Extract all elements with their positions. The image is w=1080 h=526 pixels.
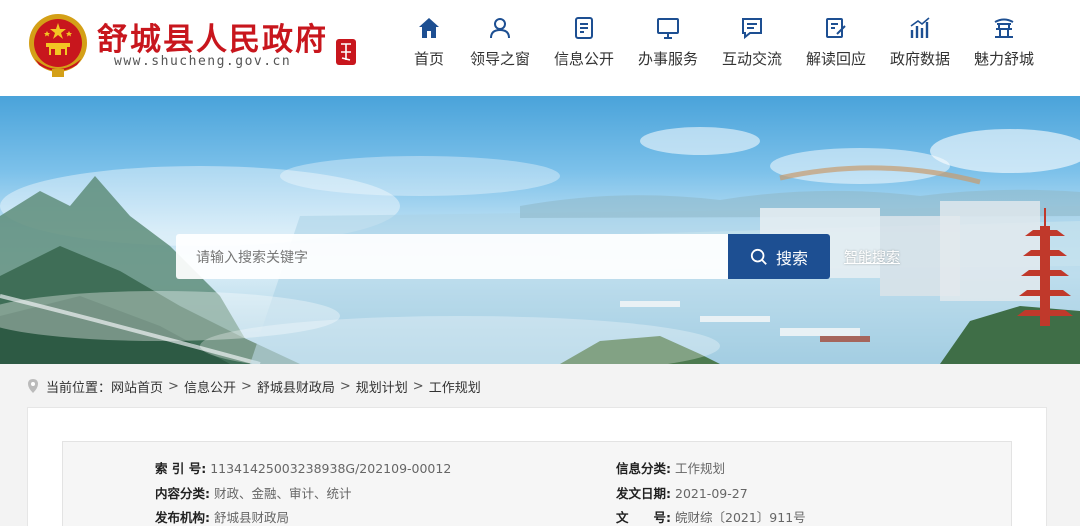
info-category: 信息分类: 工作规划 [616,458,725,477]
breadcrumb-separator: > [240,378,252,394]
nav-item-interpretation[interactable]: 解读回应 [794,16,878,76]
nav-label: 信息公开 [553,50,614,68]
seal-stamp-icon [336,39,356,65]
info-label: 索 引 号: [155,461,207,476]
info-issue-date: 发文日期: 2021-09-27 [616,483,748,502]
info-label: 发文日期: [616,486,671,501]
document-info-panel: 索 引 号: 11341425003238938G/202109-00012 信息… [62,441,1012,526]
nav-item-charm-shucheng[interactable]: 魅力舒城 [962,16,1046,76]
bar-chart-icon [910,17,930,38]
info-value: 工作规划 [675,461,726,476]
info-value: 11341425003238938G/202109-00012 [210,461,452,476]
nav-label: 政府数据 [889,50,950,68]
info-document-number: 文 号: 皖财综〔2021〕911号 [616,507,806,526]
info-value: 舒城县财政局 [214,510,290,525]
info-publisher: 发布机构: 舒城县财政局 [155,507,289,526]
edit-icon [826,18,846,38]
breadcrumb-item-finance-bureau[interactable]: 舒城县财政局 [257,377,335,396]
info-value: 2021-09-27 [675,486,748,501]
info-label: 信息分类: [616,461,671,476]
smart-search-link[interactable]: 智能搜索 [844,247,900,267]
info-label: 内容分类: [155,486,210,501]
nav-item-gov-data[interactable]: 政府数据 [878,16,962,76]
national-emblem-icon [29,14,87,77]
breadcrumb-item-work-plan[interactable]: 工作规划 [429,377,481,396]
nav-label: 魅力舒城 [973,50,1034,68]
info-content-category: 内容分类: 财政、金融、审计、统计 [155,483,352,502]
hero-banner: 搜索 智能搜索 [0,96,1080,364]
document-icon [575,17,593,39]
landscape-illustration [0,127,1080,364]
search-input[interactable] [176,234,728,279]
info-value: 财政、金融、审计、统计 [214,486,352,501]
home-icon [419,18,439,38]
breadcrumb-separator: > [168,378,179,394]
breadcrumb-item-planning[interactable]: 规划计划 [356,377,408,396]
breadcrumb: 当前位置： 网站首页 > 信息公开 > 舒城县财政局 > 规划计划 > 工作规划 [26,376,481,396]
breadcrumb-item-info-disclosure[interactable]: 信息公开 [184,377,236,396]
nav-label: 互动交流 [721,50,782,68]
breadcrumb-prefix: 当前位置： [46,380,112,396]
info-index: 索 引 号: 11341425003238938G/202109-00012 [155,458,451,477]
nav-label: 办事服务 [637,50,698,68]
search-button-label: 搜索 [775,250,808,268]
breadcrumb-item-home[interactable]: 网站首页 [111,377,163,396]
landmark-icon [994,18,1014,38]
monitor-icon [657,18,679,39]
location-pin-icon [28,379,38,393]
breadcrumb-separator: > [412,378,424,394]
nav-item-interaction[interactable]: 互动交流 [710,16,794,76]
nav-label: 解读回应 [805,50,866,68]
nav-item-services[interactable]: 办事服务 [626,16,710,76]
breadcrumb-separator: > [339,378,351,394]
search-icon [750,248,767,265]
site-domain: www.shucheng.gov.cn [114,54,292,69]
info-label: 发布机构: [155,510,210,525]
info-label: 文 号: [616,510,671,525]
site-header: 舒城县人民政府 www.shucheng.gov.cn 首页 领导之窗 信息公开… [0,0,1080,96]
site-title[interactable]: 舒城县人民政府 [97,14,328,59]
search-button[interactable]: 搜索 [728,234,830,279]
nav-item-info-disclosure[interactable]: 信息公开 [542,16,626,76]
nav-item-leaders[interactable]: 领导之窗 [458,16,542,76]
nav-label: 领导之窗 [469,50,530,68]
info-value: 皖财综〔2021〕911号 [675,510,806,525]
user-icon [490,18,510,39]
chat-icon [742,18,762,40]
